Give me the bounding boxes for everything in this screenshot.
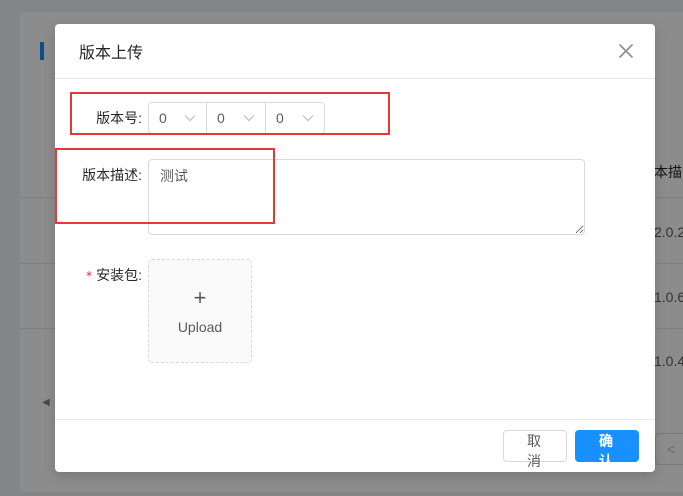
modal-footer: 取 消 确 认 — [55, 419, 655, 472]
package-row: * 安装包: + Upload — [55, 259, 252, 363]
plus-icon: + — [193, 285, 207, 310]
modal-header: 版本上传 — [55, 24, 655, 79]
package-label-text: 安装包: — [96, 267, 142, 283]
modal-title: 版本上传 — [79, 45, 144, 62]
cancel-button[interactable]: 取 消 — [503, 430, 567, 469]
upload-label: Upload — [177, 319, 223, 335]
package-label: * 安装包: — [55, 259, 148, 292]
confirm-button[interactable]: 确 认 — [575, 430, 639, 469]
annotation-box-version — [70, 92, 390, 135]
required-mark: * — [86, 269, 93, 283]
upload-button[interactable]: + Upload — [148, 259, 252, 363]
close-icon[interactable] — [615, 40, 637, 62]
annotation-box-description — [55, 148, 275, 224]
